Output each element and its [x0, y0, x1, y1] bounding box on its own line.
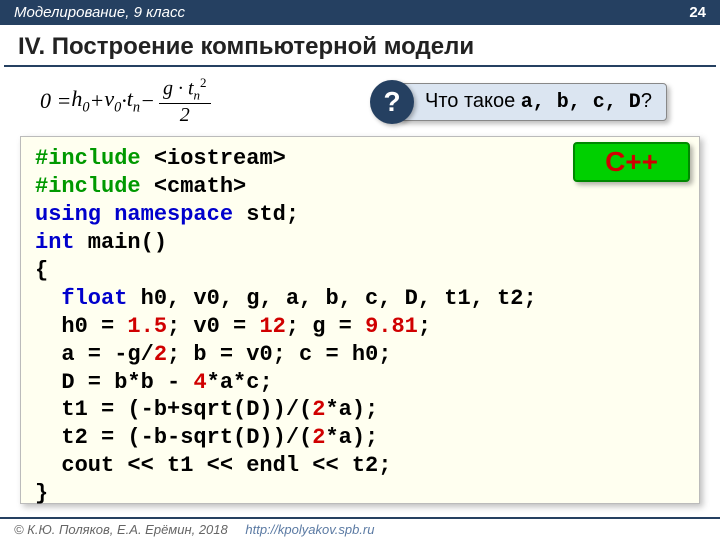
question-mark-icon: ? — [370, 80, 414, 124]
footer-link: http://kpolyakov.spb.ru — [245, 522, 374, 537]
header-bar: Моделирование, 9 класс 24 — [0, 0, 720, 25]
footer: © К.Ю. Поляков, Е.А. Ерёмин, 2018 http:/… — [0, 517, 720, 540]
footer-copyright: © К.Ю. Поляков, Е.А. Ерёмин, 2018 — [14, 522, 228, 537]
formula-v0: v0 — [104, 86, 121, 116]
formula: 0 = h0 + v0 · tn − g · tn2 2 — [40, 76, 211, 126]
formula-h0: h0 — [71, 86, 89, 116]
fraction-den: 2 — [176, 104, 194, 126]
formula-tn: tn — [127, 86, 140, 116]
cpp-badge: С++ — [573, 142, 690, 182]
header-subject: Моделирование, 9 класс — [14, 4, 185, 21]
slide: Моделирование, 9 класс 24 IV. Построение… — [0, 0, 720, 540]
formula-lhs: 0 = — [40, 88, 71, 114]
question-text: Что такое a, b, c, D? — [398, 83, 667, 121]
code-block: #include <iostream> #include <cmath> usi… — [20, 136, 700, 504]
page-number: 24 — [689, 4, 706, 21]
fraction-num: g · tn2 — [159, 76, 211, 104]
question-callout: ? Что такое a, b, c, D? — [370, 80, 667, 124]
slide-title: IV. Построение компьютерной модели — [4, 25, 716, 67]
formula-fraction: g · tn2 2 — [159, 76, 211, 126]
